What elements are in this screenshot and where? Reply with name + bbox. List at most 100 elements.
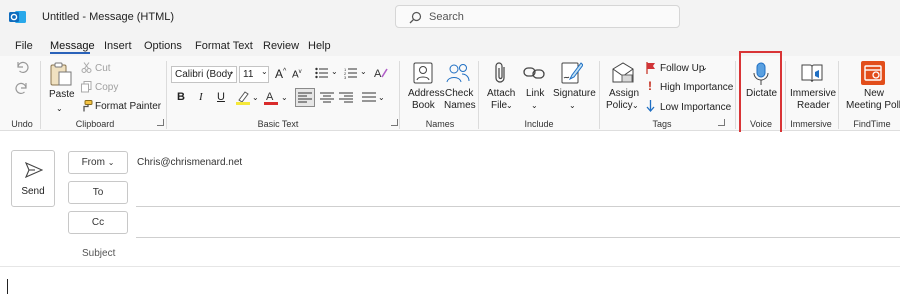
group-divider	[735, 61, 736, 129]
tab-help[interactable]: Help	[308, 40, 331, 52]
signature-button[interactable]: Signature	[553, 88, 596, 99]
attach-file-icon	[495, 62, 505, 83]
bullets-dropdown-icon[interactable]: ⌄	[331, 66, 338, 77]
to-field[interactable]	[136, 206, 900, 207]
subject-field[interactable]	[0, 266, 900, 267]
link-button[interactable]: Link	[526, 88, 544, 99]
format-painter-icon	[83, 100, 93, 112]
new-meeting-poll-label-1[interactable]: New	[864, 88, 884, 99]
align-center-icon[interactable]	[320, 92, 334, 103]
more-formatting-dropdown-icon[interactable]: ⌄	[378, 92, 385, 103]
follow-up-flag-icon	[646, 62, 655, 74]
paste-button[interactable]: Paste	[49, 89, 75, 100]
tab-options[interactable]: Options	[144, 40, 182, 52]
more-formatting-icon[interactable]	[362, 92, 376, 103]
immersive-reader-label-2[interactable]: Reader	[797, 100, 830, 111]
tab-review[interactable]: Review	[263, 40, 299, 52]
font-color-icon[interactable]: A	[264, 90, 278, 105]
paste-dropdown-icon[interactable]: ⌄	[56, 103, 63, 114]
address-book-label-1[interactable]: Address	[408, 88, 445, 99]
attach-file-label-2[interactable]: File	[491, 100, 507, 111]
tab-format-text[interactable]: Format Text	[195, 40, 253, 52]
svg-text:A: A	[266, 91, 274, 103]
highlight-icon[interactable]	[236, 90, 250, 105]
align-right-icon[interactable]	[339, 92, 353, 103]
immersive-reader-label-1[interactable]: Immersive	[790, 88, 836, 99]
assign-policy-dropdown-icon[interactable]: ⌄	[632, 100, 639, 111]
new-meeting-poll-label-2[interactable]: Meeting Poll	[846, 100, 900, 111]
follow-up-button[interactable]: Follow Up	[660, 63, 704, 74]
tags-launcher-icon[interactable]	[718, 119, 725, 126]
search-input[interactable]: Search	[395, 5, 680, 28]
follow-up-dropdown-icon[interactable]: ⌄	[701, 62, 708, 73]
bold-icon[interactable]: B	[177, 92, 185, 103]
send-label: Send	[21, 186, 45, 197]
numbering-icon[interactable]: 123	[344, 67, 358, 79]
check-names-label-1[interactable]: Check	[445, 88, 473, 99]
link-dropdown-icon[interactable]: ⌄	[531, 100, 538, 111]
to-button[interactable]: To	[68, 181, 128, 204]
cc-field[interactable]	[136, 237, 900, 238]
signature-dropdown-icon[interactable]: ⌄	[569, 100, 576, 111]
high-importance-button[interactable]: High Importance	[660, 82, 733, 93]
low-importance-button[interactable]: Low Importance	[660, 102, 731, 113]
active-tab-indicator	[50, 52, 90, 54]
paste-icon[interactable]	[49, 61, 73, 87]
bullets-icon[interactable]	[315, 67, 329, 79]
assign-policy-icon	[612, 62, 634, 83]
group-label-clipboard: Clipboard	[75, 119, 115, 129]
voice-group-highlight	[739, 51, 782, 140]
shrink-font-icon[interactable]: Av	[292, 67, 302, 80]
tab-insert[interactable]: Insert	[104, 40, 132, 52]
assign-policy-label-2[interactable]: Policy	[606, 100, 633, 111]
from-dropdown-icon: ⌄	[107, 158, 115, 167]
highlight-dropdown-icon[interactable]: ⌄	[252, 92, 259, 103]
font-color-dropdown-icon[interactable]: ⌄	[281, 92, 288, 103]
findtime-icon	[861, 61, 885, 85]
attach-file-label-1[interactable]: Attach	[487, 88, 515, 99]
attach-file-dropdown-icon[interactable]: ⌄	[506, 100, 513, 111]
group-divider	[838, 61, 839, 129]
styles-icon[interactable]: A	[374, 66, 388, 80]
clipboard-launcher-icon[interactable]	[157, 119, 164, 126]
tab-file[interactable]: File	[15, 40, 33, 52]
undo-icon[interactable]	[15, 60, 29, 74]
window-title: Untitled - Message (HTML)	[42, 11, 175, 23]
copy-button[interactable]: Copy	[95, 82, 118, 93]
cut-icon	[81, 62, 92, 73]
cc-button[interactable]: Cc	[68, 211, 128, 234]
high-importance-icon: !	[648, 79, 652, 93]
assign-policy-label-1[interactable]: Assign	[609, 88, 639, 99]
immersive-reader-icon	[801, 64, 823, 83]
underline-icon[interactable]: U	[217, 92, 225, 103]
outlook-logo-icon	[9, 11, 26, 23]
group-label-basic-text: Basic Text	[257, 119, 299, 129]
grow-font-icon[interactable]: A^	[275, 66, 286, 80]
tab-message[interactable]: Message	[50, 40, 95, 52]
message-body[interactable]	[12, 270, 892, 300]
svg-text:A: A	[374, 68, 382, 80]
cut-button[interactable]: Cut	[95, 63, 111, 74]
group-divider	[40, 61, 41, 129]
check-names-label-2[interactable]: Names	[444, 100, 476, 111]
from-value: Chris@chrismenard.net	[137, 157, 243, 168]
font-name-dropdown-icon[interactable]: ⌄	[228, 66, 235, 77]
copy-icon	[81, 81, 92, 93]
group-divider	[478, 61, 479, 129]
redo-icon[interactable]	[15, 81, 29, 95]
signature-icon	[561, 62, 583, 84]
address-book-label-2[interactable]: Book	[412, 100, 435, 111]
group-label-undo: Undo	[11, 119, 33, 129]
address-book-icon	[413, 62, 433, 84]
check-names-icon	[446, 64, 470, 83]
numbering-dropdown-icon[interactable]: ⌄	[360, 66, 367, 77]
italic-icon[interactable]: I	[199, 92, 203, 103]
send-button[interactable]: Send	[11, 150, 55, 207]
group-label-immersive: Immersive	[790, 119, 832, 129]
group-label-names: Names	[425, 119, 455, 129]
format-painter-button[interactable]: Format Painter	[95, 101, 161, 112]
font-size-dropdown-icon[interactable]: ⌄	[261, 66, 268, 77]
subject-label: Subject	[82, 248, 116, 259]
from-button[interactable]: From ⌄	[68, 151, 128, 174]
basic-text-launcher-icon[interactable]	[391, 119, 398, 126]
